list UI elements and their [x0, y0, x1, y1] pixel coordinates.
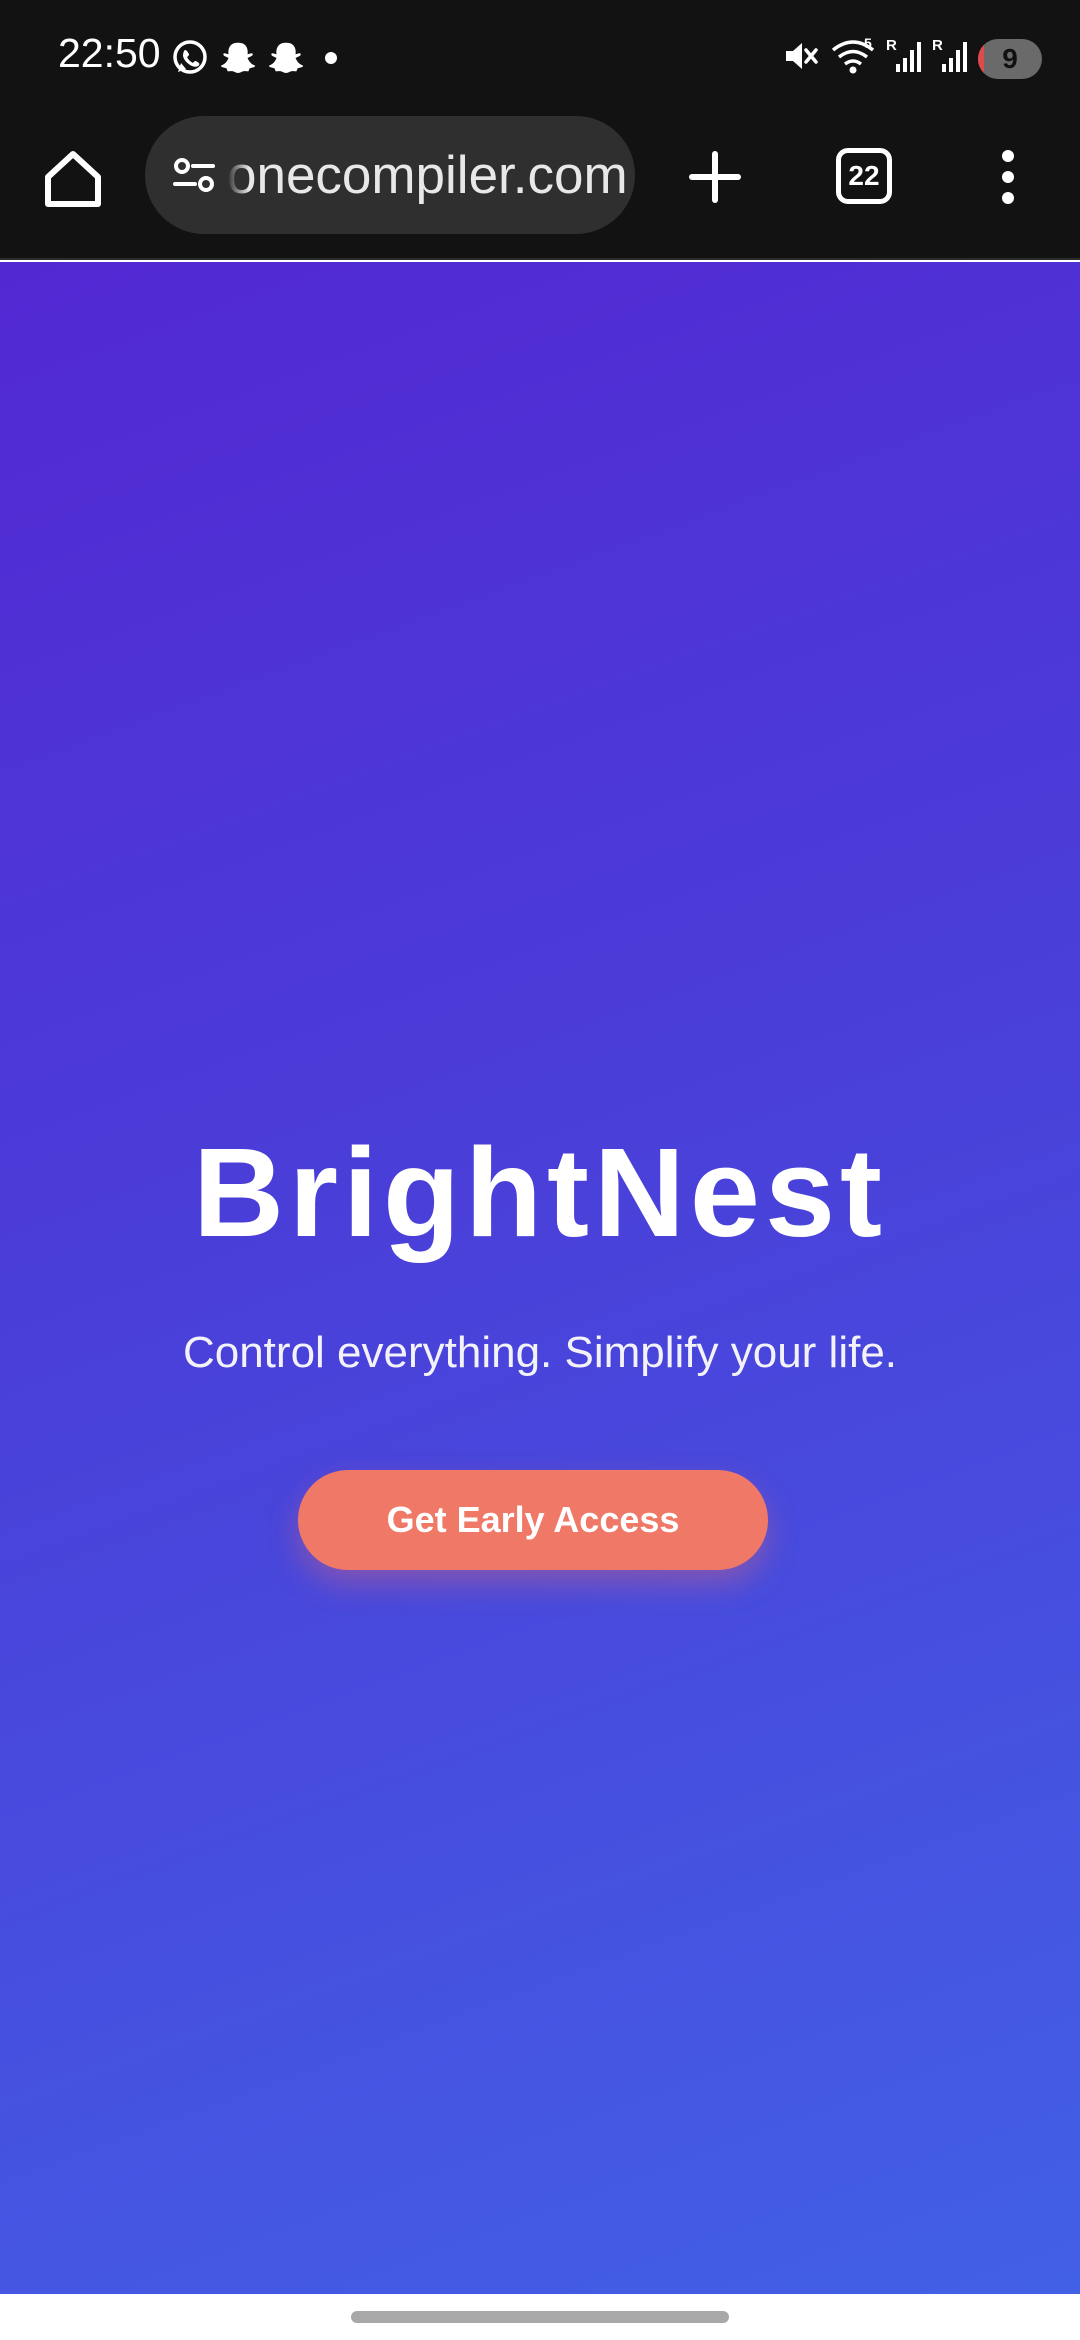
battery-level: 9 [1002, 42, 1018, 74]
status-bar: 22:50 5 R R 9 [0, 0, 1080, 118]
more-menu-button[interactable] [990, 142, 1026, 212]
system-icons: 5 R R 9 [780, 35, 1042, 81]
hero-tagline: Control everything. Simplify your life. [182, 1328, 898, 1377]
battery-indicator: 9 [978, 38, 1042, 79]
tab-switcher-button[interactable]: 22 [836, 148, 892, 204]
tab-count: 22 [848, 160, 880, 191]
wifi-icon: 5 [830, 35, 876, 81]
whatsapp-icon [170, 38, 210, 83]
home-icon [45, 151, 101, 207]
plus-icon [689, 151, 741, 203]
mute-icon [780, 36, 820, 81]
get-early-access-button[interactable]: Get Early Access [298, 1470, 768, 1570]
signal-label: R [886, 37, 897, 54]
signal-label: R [932, 37, 943, 54]
new-tab-button[interactable] [680, 142, 750, 212]
battery-fill [978, 38, 984, 79]
address-bar[interactable]: onecompiler.com [145, 116, 635, 234]
hero-section [0, 262, 1080, 2294]
url-text[interactable]: onecompiler.com [227, 145, 628, 206]
signal-label: 5 [864, 36, 872, 51]
status-time: 22:50 [58, 30, 161, 76]
home-button[interactable] [38, 144, 108, 214]
snapchat-icon [268, 39, 306, 82]
browser-toolbar: onecompiler.com 22 [0, 116, 1080, 260]
more-vert-icon [1002, 150, 1014, 204]
site-settings-icon[interactable] [169, 150, 219, 200]
gesture-navigation-bar[interactable] [351, 2311, 729, 2323]
snapchat-icon [220, 39, 258, 82]
signal-icon: R [932, 36, 968, 81]
brand-title: BrightNest [192, 1122, 888, 1263]
dot-icon [316, 43, 346, 78]
signal-icon: R [886, 36, 922, 81]
notification-icons [170, 38, 346, 83]
